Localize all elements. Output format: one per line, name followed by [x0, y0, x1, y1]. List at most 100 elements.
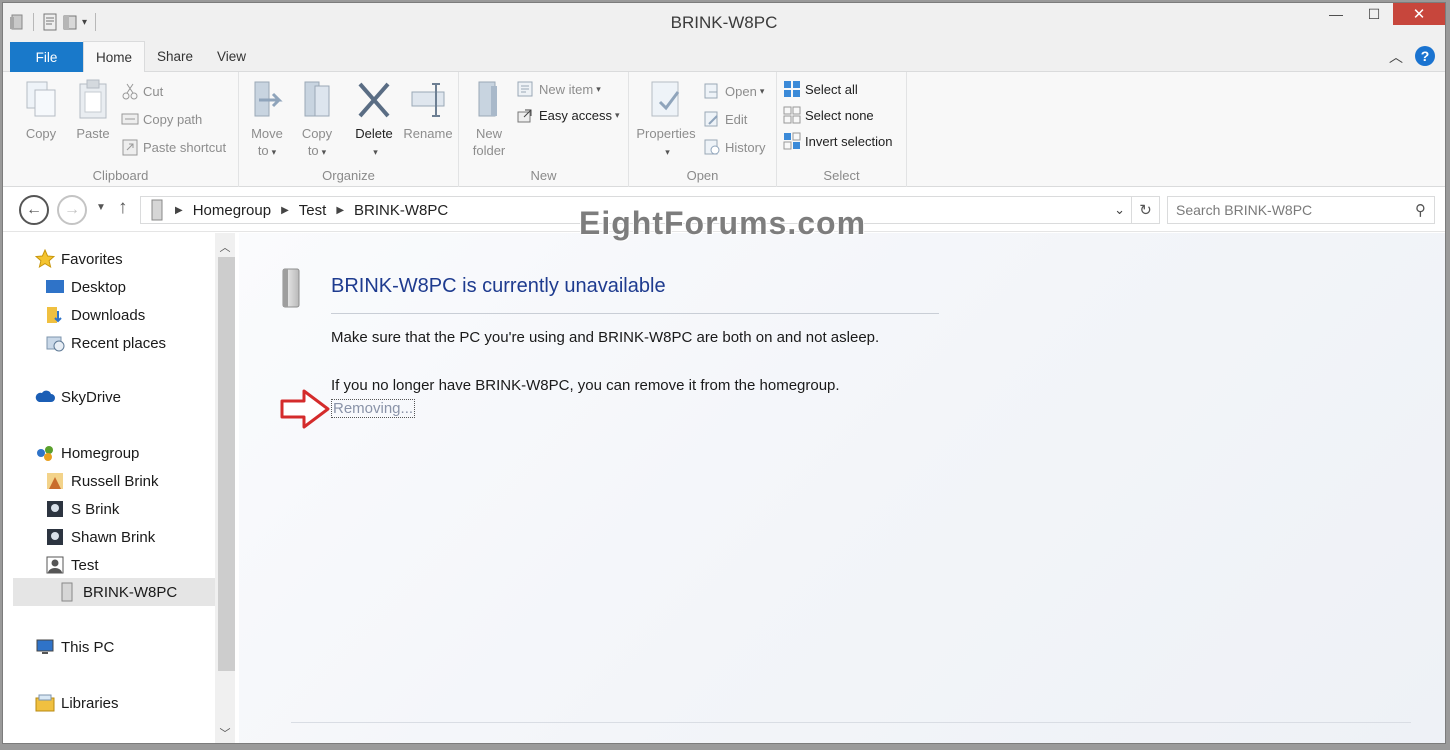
- ribbon: Copy Paste Cut Copy path Paste shortcut …: [3, 72, 1445, 187]
- minimize-button[interactable]: —: [1317, 3, 1355, 25]
- downloads-icon: [47, 307, 62, 323]
- nav-item-favorites[interactable]: Favorites: [35, 247, 123, 271]
- nav-label-skydrive: SkyDrive: [61, 388, 122, 406]
- history-button[interactable]: History: [703, 136, 765, 158]
- forward-button[interactable]: →: [57, 195, 87, 225]
- chevron-down-icon[interactable]: ⌄: [1114, 202, 1125, 218]
- nav-item-recent-places[interactable]: Recent places: [45, 331, 166, 355]
- new-folder-label-2: folder: [472, 143, 506, 158]
- copy-button[interactable]: Copy: [17, 78, 65, 142]
- arrow-left-icon: ←: [26, 201, 42, 218]
- copy-label: Copy: [25, 126, 57, 141]
- delete-x-icon: [358, 82, 390, 118]
- chevron-down-icon: ▾: [321, 147, 327, 157]
- help-icon[interactable]: ?: [1415, 46, 1435, 66]
- cloud-icon: [35, 390, 55, 402]
- remove-hint: If you no longer have BRINK-W8PC, you ca…: [331, 377, 840, 394]
- easy-access-label: Easy access: [539, 107, 612, 123]
- window-title: BRINK-W8PC: [670, 13, 778, 32]
- nav-label-favorites: Favorites: [61, 250, 123, 268]
- up-arrow-icon[interactable]: ↑: [118, 197, 128, 219]
- copy-to-button[interactable]: Copy to ▾: [295, 78, 339, 161]
- paste-button[interactable]: Paste: [69, 78, 117, 142]
- paste-shortcut-button[interactable]: Paste shortcut: [121, 136, 226, 158]
- new-item-icon: [517, 81, 533, 97]
- properties-button[interactable]: Properties ▾: [631, 78, 701, 161]
- move-to-label-2: to: [257, 143, 269, 158]
- move-to-button[interactable]: Move to ▾: [245, 78, 289, 161]
- nav-label-russell-brink: Russell Brink: [71, 472, 159, 490]
- tab-file[interactable]: File: [10, 42, 83, 72]
- search-input[interactable]: Search BRINK-W8PC ⚲: [1167, 196, 1435, 224]
- breadcrumb-test[interactable]: Test: [299, 202, 327, 219]
- select-none-button[interactable]: Select none: [783, 104, 874, 126]
- copy-path-button[interactable]: Copy path: [121, 108, 202, 130]
- nav-item-s-brink[interactable]: S Brink: [45, 497, 119, 521]
- rename-button[interactable]: Rename: [401, 78, 455, 142]
- rename-icon: [411, 83, 445, 117]
- open-button[interactable]: Open ▾: [703, 80, 764, 102]
- cut-button[interactable]: Cut: [121, 80, 163, 102]
- nav-label-s-brink: S Brink: [71, 500, 120, 518]
- easy-access-button[interactable]: Easy access ▾: [517, 104, 620, 126]
- tab-view[interactable]: View: [205, 41, 258, 72]
- unavailable-hint: Make sure that the PC you're using and B…: [331, 329, 880, 346]
- organize-group-label: Organize: [322, 168, 375, 183]
- maximize-button[interactable]: ☐: [1355, 3, 1393, 25]
- content-pane: EightForums.com BRINK-W8PC is currently …: [239, 205, 1445, 743]
- back-button[interactable]: ←: [19, 195, 49, 225]
- ribbon-tabs: File Home Share View ︿ ?: [3, 41, 1445, 73]
- nav-label-recent-places: Recent places: [71, 334, 167, 352]
- nav-item-test[interactable]: Test: [45, 553, 99, 577]
- scroll-down-icon[interactable]: ﹀: [215, 725, 235, 741]
- tab-home[interactable]: Home: [83, 41, 145, 73]
- scroll-up-icon[interactable]: ︿: [215, 239, 235, 255]
- chevron-down-icon: ▾: [271, 147, 277, 157]
- delete-button[interactable]: Delete ▾: [349, 78, 399, 161]
- invert-selection-button[interactable]: Invert selection: [783, 130, 892, 152]
- breadcrumb-homegroup[interactable]: Homegroup: [193, 202, 271, 219]
- open-label: Open: [725, 83, 757, 99]
- star-icon: [35, 249, 55, 269]
- breadcrumb-brink-w8pc[interactable]: BRINK-W8PC: [354, 202, 448, 219]
- nav-item-desktop[interactable]: Desktop: [45, 275, 126, 299]
- select-all-button[interactable]: Select all: [783, 78, 858, 100]
- nav-item-libraries[interactable]: Libraries: [35, 691, 119, 715]
- new-group-label: New: [530, 168, 557, 183]
- nav-item-shawn-brink[interactable]: Shawn Brink: [45, 525, 155, 549]
- nav-item-russell-brink[interactable]: Russell Brink: [45, 469, 159, 493]
- search-icon: ⚲: [1415, 202, 1426, 219]
- navigation-pane: Favorites Desktop Downloads Recent place…: [3, 233, 235, 743]
- new-folder-button[interactable]: New folder: [467, 78, 511, 159]
- close-button[interactable]: ✕: [1393, 3, 1445, 25]
- tab-share[interactable]: Share: [145, 41, 205, 72]
- nav-item-skydrive[interactable]: SkyDrive: [35, 385, 121, 409]
- nav-item-this-pc[interactable]: This PC: [35, 635, 114, 659]
- recent-locations-dropdown[interactable]: ▼: [96, 202, 106, 213]
- select-all-icon: [784, 81, 800, 97]
- new-item-button[interactable]: New item ▾: [517, 78, 601, 100]
- nav-scrollbar[interactable]: ︿ ﹀: [215, 233, 235, 743]
- nav-label-brink-w8pc: BRINK-W8PC: [83, 583, 178, 601]
- nav-item-homegroup[interactable]: Homegroup: [35, 441, 139, 465]
- clipboard-group-label: Clipboard: [92, 168, 149, 183]
- new-item-label: New item: [539, 81, 594, 97]
- refresh-icon[interactable]: ↻: [1131, 197, 1159, 223]
- nav-item-brink-w8pc[interactable]: BRINK-W8PC: [13, 578, 215, 606]
- edit-button[interactable]: Edit: [703, 108, 747, 130]
- new-folder-icon: [478, 81, 497, 117]
- open-group: Properties ▾ Open ▾ Edit History Open: [629, 72, 777, 187]
- chevron-down-icon: ▾: [373, 147, 378, 157]
- removing-link[interactable]: Removing...: [331, 399, 416, 418]
- select-none-label: Select none: [805, 107, 874, 123]
- chevron-up-icon[interactable]: ︿: [1389, 47, 1403, 67]
- window-controls: — ☐ ✕: [1317, 3, 1445, 33]
- nav-label-shawn-brink: Shawn Brink: [71, 528, 156, 546]
- move-to-label-1: Move: [251, 126, 283, 141]
- unavailable-title: BRINK-W8PC is currently unavailable: [331, 275, 666, 297]
- scroll-thumb[interactable]: [218, 257, 235, 671]
- nav-item-downloads[interactable]: Downloads: [45, 303, 145, 327]
- chevron-down-icon: ▾: [759, 85, 765, 96]
- breadcrumb-separator: ▶: [336, 204, 345, 216]
- recent-places-icon: [46, 336, 65, 352]
